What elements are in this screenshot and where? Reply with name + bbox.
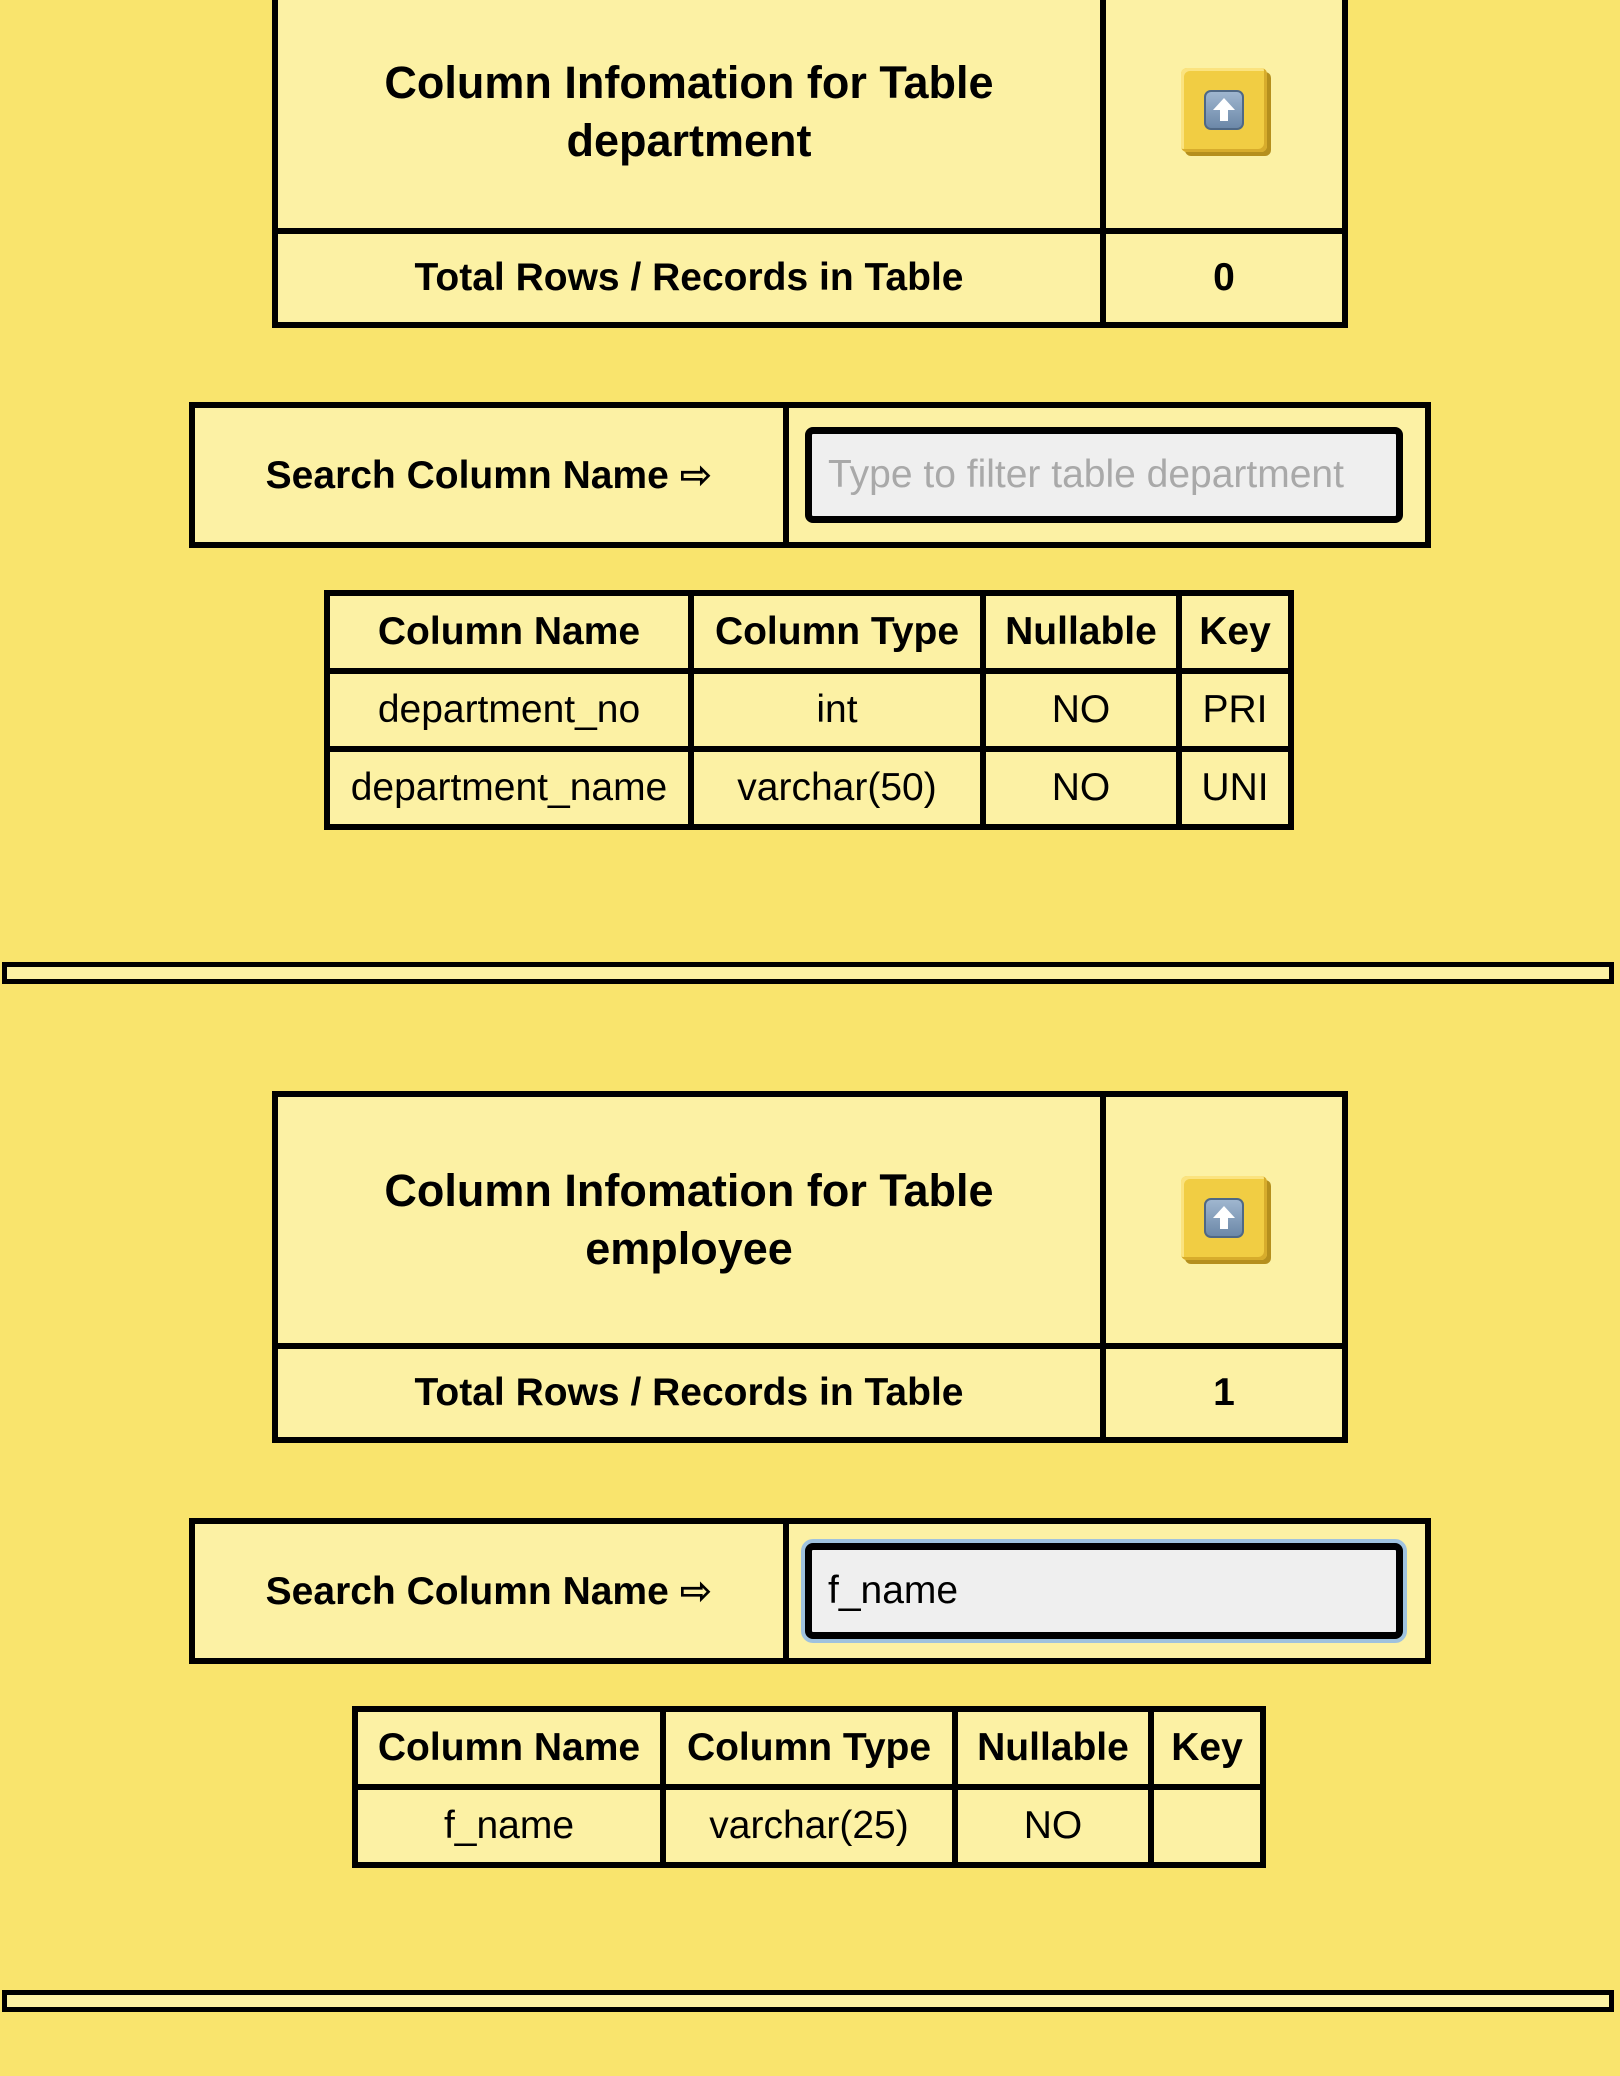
header-column-name[interactable]: Column Name	[324, 590, 694, 674]
section-divider	[2, 962, 1614, 984]
cell-nullable: NO	[980, 746, 1182, 830]
header-column-type[interactable]: Column Type	[660, 1706, 958, 1790]
cell-key: UNI	[1176, 746, 1294, 830]
total-rows-value: 0	[1100, 228, 1348, 328]
table-info-title: Column Infomation for Table employee	[272, 1091, 1106, 1349]
table-row: department_name varchar(50) NO UNI	[324, 746, 1294, 830]
section-divider	[2, 1990, 1614, 2012]
scroll-to-top-button[interactable]	[1181, 67, 1267, 152]
table-info-title: Column Infomation for Table department	[272, 0, 1106, 234]
cell-column-type: varchar(50)	[688, 746, 986, 830]
search-box-department: Search Column Name ⇨	[189, 402, 1431, 548]
search-input-cell	[783, 1518, 1431, 1664]
search-input-cell	[783, 402, 1431, 548]
total-rows-value: 1	[1100, 1343, 1348, 1443]
scroll-top-cell	[1100, 1091, 1348, 1349]
header-key[interactable]: Key	[1176, 590, 1294, 674]
search-box-employee: Search Column Name ⇨	[189, 1518, 1431, 1664]
table-name: department	[566, 115, 812, 166]
cell-column-type: int	[688, 668, 986, 752]
title-line-1: Column Infomation for Table	[384, 1165, 994, 1216]
scroll-top-cell	[1100, 0, 1348, 234]
cell-column-name: department_name	[324, 746, 694, 830]
table-info-employee: Column Infomation for Table employee Tot…	[272, 1091, 1348, 1443]
total-rows-label: Total Rows / Records in Table	[272, 228, 1106, 328]
search-column-input[interactable]	[805, 1543, 1403, 1639]
cell-key: PRI	[1176, 668, 1294, 752]
cell-column-name: f_name	[352, 1784, 666, 1868]
title-line-1: Column Infomation for Table	[384, 57, 994, 108]
scroll-to-top-button[interactable]	[1181, 1175, 1267, 1260]
search-column-label: Search Column Name ⇨	[189, 402, 789, 548]
table-row: department_no int NO PRI	[324, 668, 1294, 752]
columns-table-employee: Column Name Column Type Nullable Key f_n…	[352, 1706, 1266, 1868]
cell-nullable: NO	[952, 1784, 1154, 1868]
arrow-up-icon	[1204, 1197, 1244, 1238]
table-info-department: Column Infomation for Table department T…	[272, 0, 1348, 328]
table-header-row: Column Name Column Type Nullable Key	[324, 590, 1294, 674]
header-nullable[interactable]: Nullable	[952, 1706, 1154, 1790]
columns-table-department: Column Name Column Type Nullable Key dep…	[324, 590, 1294, 830]
table-row: f_name varchar(25) NO	[352, 1784, 1266, 1868]
cell-column-name: department_no	[324, 668, 694, 752]
cell-nullable: NO	[980, 668, 1182, 752]
header-nullable[interactable]: Nullable	[980, 590, 1182, 674]
search-column-input[interactable]	[805, 427, 1403, 523]
cell-key	[1148, 1784, 1266, 1868]
cell-column-type: varchar(25)	[660, 1784, 958, 1868]
header-key[interactable]: Key	[1148, 1706, 1266, 1790]
table-header-row: Column Name Column Type Nullable Key	[352, 1706, 1266, 1790]
header-column-name[interactable]: Column Name	[352, 1706, 666, 1790]
search-column-label: Search Column Name ⇨	[189, 1518, 789, 1664]
arrow-up-icon	[1204, 89, 1244, 130]
total-rows-label: Total Rows / Records in Table	[272, 1343, 1106, 1443]
table-name: employee	[585, 1223, 793, 1274]
header-column-type[interactable]: Column Type	[688, 590, 986, 674]
